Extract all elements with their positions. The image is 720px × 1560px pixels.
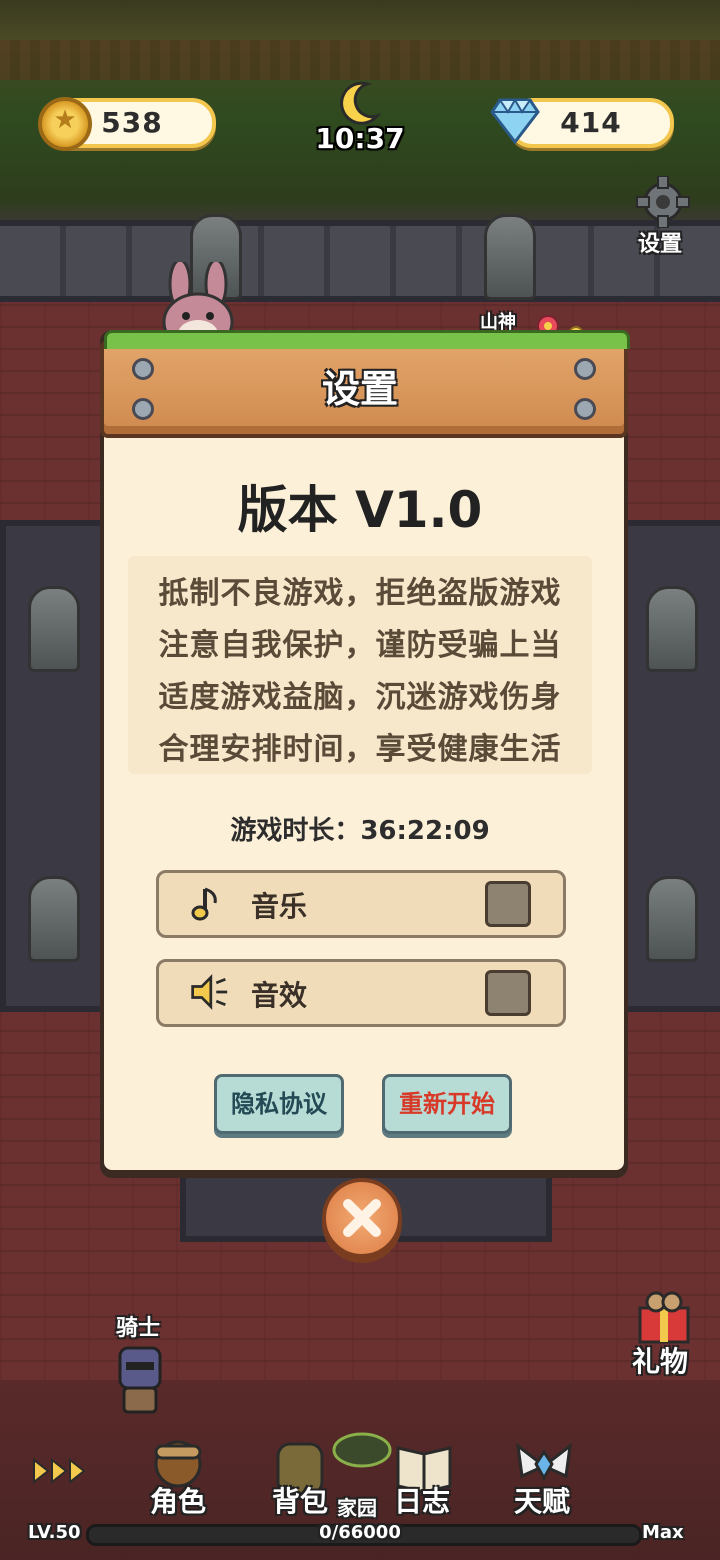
close-button[interactable] — [322, 1178, 402, 1258]
settings-button[interactable]: 设置 — [628, 175, 698, 257]
notice-line: 注意自我保护，谨防受骗上当 — [158, 628, 562, 663]
restart-button[interactable]: 重新开始 — [382, 1074, 512, 1134]
experience-text: 0/66000 — [319, 1522, 401, 1543]
music-checkbox[interactable] — [485, 881, 531, 927]
game-clock: 10:37 — [315, 122, 405, 155]
music-setting-row[interactable]: 音乐 — [156, 870, 566, 938]
sfx-label: 音效 — [251, 979, 308, 1012]
version-text: 版本 V1.0 — [237, 481, 483, 539]
level-label: LV.50 — [28, 1522, 81, 1543]
knight-name-label: 骑士 — [116, 1316, 161, 1341]
max-level-label: Max — [642, 1522, 684, 1543]
settings-label: 设置 — [638, 232, 683, 257]
music-label: 音乐 — [251, 890, 308, 923]
nav-talent[interactable]: 天赋 — [514, 1480, 570, 1520]
notice-line: 合理安排时间，享受健康生活 — [158, 732, 562, 767]
nav-backpack[interactable]: 背包 — [272, 1480, 328, 1520]
bolt — [574, 358, 596, 380]
fast-forward-icon[interactable] — [32, 1456, 90, 1486]
urn-statue — [646, 586, 698, 672]
nav-home[interactable]: 家园 — [337, 1492, 377, 1521]
gear-icon — [636, 175, 690, 229]
diamond-icon — [490, 98, 540, 144]
coin-icon — [38, 97, 92, 151]
health-notice: 抵制不良游戏，拒绝盗版游戏 注意自我保护，谨防受骗上当 适度游戏益脑，沉迷游戏伤… — [128, 556, 592, 774]
stone-wall-top — [0, 220, 720, 302]
playtime-text: 游戏时长：36:22:09 — [230, 816, 490, 846]
right-stone-room — [620, 520, 720, 1012]
bolt — [132, 358, 154, 380]
knight-character[interactable] — [112, 1344, 168, 1420]
music-note-icon — [191, 887, 217, 921]
notice-line: 抵制不良游戏，拒绝盗版游戏 — [158, 576, 562, 611]
gift-label[interactable]: 礼物 — [632, 1340, 688, 1380]
speaker-icon — [191, 974, 228, 1010]
moon-icon — [340, 81, 382, 125]
notice-line: 适度游戏益脑，沉迷游戏伤身 — [158, 680, 562, 715]
bolt — [132, 398, 154, 420]
bolt — [574, 398, 596, 420]
urn-statue — [28, 876, 80, 962]
nav-character[interactable]: 角色 — [150, 1480, 206, 1520]
urn-statue — [28, 586, 80, 672]
nav-journal[interactable]: 日志 — [394, 1480, 450, 1520]
sfx-checkbox[interactable] — [485, 970, 531, 1016]
privacy-policy-button[interactable]: 隐私协议 — [214, 1074, 344, 1134]
left-stone-room — [0, 520, 112, 1012]
sfx-setting-row[interactable]: 音效 — [156, 959, 566, 1027]
mountain-god-statue[interactable] — [484, 214, 536, 300]
close-icon — [343, 1199, 381, 1237]
urn-statue — [646, 876, 698, 962]
home-portal-icon — [332, 1432, 392, 1468]
gift-icon[interactable] — [632, 1288, 696, 1344]
dialog-title: 设置 — [321, 367, 398, 411]
